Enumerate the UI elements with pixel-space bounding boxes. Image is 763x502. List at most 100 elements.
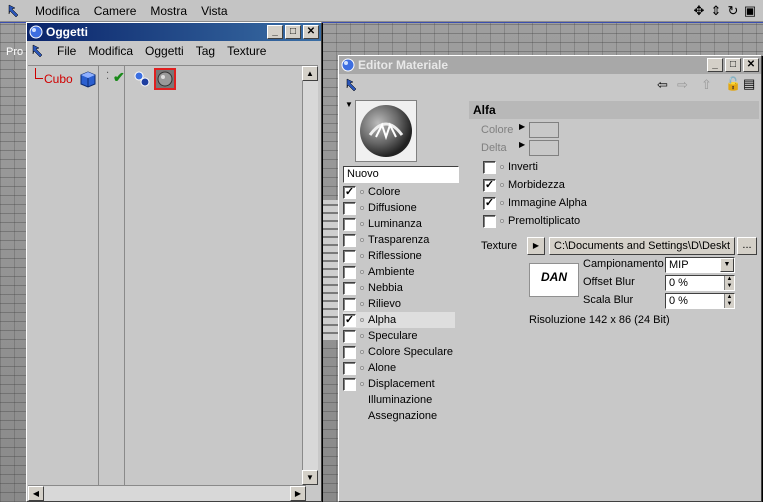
alpha-option-checkbox[interactable] [483, 160, 496, 174]
minimize-button[interactable]: _ [267, 25, 283, 39]
maximize-view-icon[interactable]: ▣ [743, 3, 757, 18]
up-arrow-icon[interactable]: ⇧ [701, 77, 712, 93]
colore-swatch[interactable] [529, 122, 559, 138]
material-name-field[interactable]: Nuovo [343, 166, 459, 183]
pan-icon[interactable]: ✥ [692, 3, 706, 18]
channel-item[interactable]: Speculare [343, 328, 455, 344]
channel-checkbox[interactable] [343, 329, 356, 343]
oggetti-menu-oggetti[interactable]: Oggetti [139, 44, 190, 58]
option-dot-icon [500, 219, 504, 223]
menu-mostra[interactable]: Mostra [143, 4, 194, 18]
channel-checkbox[interactable] [343, 281, 356, 295]
visibility-dots-icon[interactable]: ⁚ [106, 71, 109, 82]
forward-arrow-icon[interactable]: ⇨ [677, 77, 688, 93]
scroll-right-icon[interactable]: ▶ [290, 486, 306, 501]
offset-blur-stepper[interactable]: ▲ ▼ [724, 276, 734, 290]
alpha-option-checkbox[interactable]: ✓ [483, 196, 496, 210]
move-tool-icon[interactable] [31, 43, 47, 59]
scala-blur-stepper[interactable]: ▲ ▼ [724, 294, 734, 308]
enabled-check-icon[interactable]: ✔ [113, 69, 125, 86]
app-move-icon[interactable] [6, 2, 24, 20]
object-row-cubo[interactable]: Cubo ⁚ ✔ [32, 68, 312, 90]
close-button[interactable]: ✕ [303, 25, 319, 39]
oggetti-titlebar[interactable]: Oggetti _ □ ✕ [27, 23, 321, 41]
material-editor-titlebar[interactable]: Editor Materiale _ □ ✕ [339, 56, 761, 74]
channel-checkbox[interactable] [343, 249, 356, 263]
scroll-up-icon[interactable]: ▲ [302, 66, 318, 81]
alpha-option[interactable]: Premoltiplicato [483, 213, 683, 229]
oggetti-menu-texture[interactable]: Texture [221, 44, 272, 58]
campionamento-select[interactable]: MIP ▼ [665, 257, 735, 273]
channel-item[interactable]: Trasparenza [343, 232, 455, 248]
channel-item[interactable]: Luminanza [343, 216, 455, 232]
oggetti-menu-modifica[interactable]: Modifica [82, 44, 139, 58]
alpha-option-checkbox[interactable] [483, 214, 496, 228]
channel-checkbox[interactable] [343, 361, 356, 375]
object-name[interactable]: Cubo [44, 72, 73, 86]
menu-camere[interactable]: Camere [87, 4, 144, 18]
texture-browse-button[interactable]: ... [737, 237, 757, 255]
channel-checkbox[interactable]: ✓ [343, 185, 356, 199]
cube-object-icon[interactable] [78, 69, 98, 89]
texture-path-button[interactable]: C:\Documents and Settings\D\Deskt [549, 237, 735, 255]
channel-item[interactable]: ✓ Colore [343, 184, 455, 200]
oggetti-menu-file[interactable]: File [51, 44, 82, 58]
channel-item[interactable]: Nebbia [343, 280, 455, 296]
zoom-icon[interactable]: ⇕ [709, 3, 723, 18]
oggetti-menu-tag[interactable]: Tag [190, 44, 221, 58]
alpha-option[interactable]: ✓ Immagine Alpha [483, 195, 683, 211]
texture-menu-button[interactable]: ▶ [527, 237, 545, 255]
channel-checkbox[interactable] [343, 377, 356, 391]
preview-menu-arrow-icon[interactable]: ▼ [345, 100, 353, 109]
rotate-icon[interactable]: ↻ [726, 3, 740, 18]
menu-modifica[interactable]: Modifica [28, 4, 87, 18]
object-list[interactable]: Cubo ⁚ ✔ ▲ ▼ [28, 65, 318, 485]
delta-swatch[interactable] [529, 140, 559, 156]
object-list-vscroll[interactable]: ▲ ▼ [302, 66, 318, 485]
back-arrow-icon[interactable]: ⇦ [657, 77, 668, 93]
offset-blur-label: Offset Blur [583, 276, 635, 288]
menu-vista[interactable]: Vista [194, 4, 234, 18]
channel-item[interactable]: Rilievo [343, 296, 455, 312]
channel-item[interactable]: Illuminazione [343, 392, 455, 408]
new-window-icon[interactable]: ▤ [743, 76, 755, 92]
channel-item[interactable]: Riflessione [343, 248, 455, 264]
channel-item[interactable]: Colore Speculare [343, 344, 455, 360]
channel-item[interactable]: Alone [343, 360, 455, 376]
object-list-hscroll[interactable]: ◀ ▶ [28, 485, 306, 501]
maximize-button[interactable]: □ [285, 25, 301, 39]
alpha-option-checkbox[interactable]: ✓ [483, 178, 496, 192]
channel-checkbox[interactable] [343, 345, 356, 359]
channel-checkbox[interactable] [343, 297, 356, 311]
channel-checkbox[interactable]: ✓ [343, 313, 356, 327]
maximize-button[interactable]: □ [725, 58, 741, 72]
delta-expand-arrow-icon[interactable]: ▶ [519, 140, 525, 149]
channel-checkbox[interactable] [343, 233, 356, 247]
phong-tag-icon[interactable] [132, 69, 152, 89]
delta-label: Delta [481, 142, 507, 154]
scala-blur-value: 0 % [669, 295, 688, 307]
scala-blur-field[interactable]: 0 % ▲ ▼ [665, 293, 735, 309]
material-preview[interactable] [355, 100, 417, 162]
offset-blur-field[interactable]: 0 % ▲ ▼ [665, 275, 735, 291]
channel-item[interactable]: ✓ Alpha [343, 312, 455, 328]
texture-tag-icon[interactable] [154, 68, 176, 90]
lock-icon[interactable]: 🔓 [725, 76, 741, 92]
channel-checkbox[interactable] [343, 265, 356, 279]
close-button[interactable]: ✕ [743, 58, 759, 72]
minimize-button[interactable]: _ [707, 58, 723, 72]
channel-checkbox[interactable] [343, 201, 356, 215]
move-tool-icon[interactable] [345, 77, 361, 93]
alpha-option-label: Morbidezza [508, 179, 565, 191]
scroll-left-icon[interactable]: ◀ [28, 486, 44, 501]
channel-item[interactable]: Diffusione [343, 200, 455, 216]
chevron-down-icon[interactable]: ▼ [720, 258, 734, 272]
colore-expand-arrow-icon[interactable]: ▶ [519, 122, 525, 131]
channel-item[interactable]: Ambiente [343, 264, 455, 280]
scroll-down-icon[interactable]: ▼ [302, 470, 318, 485]
alpha-option[interactable]: Inverti [483, 159, 683, 175]
alpha-option[interactable]: ✓ Morbidezza [483, 177, 683, 193]
channel-item[interactable]: Assegnazione [343, 408, 455, 424]
channel-item[interactable]: Displacement [343, 376, 455, 392]
channel-checkbox[interactable] [343, 217, 356, 231]
